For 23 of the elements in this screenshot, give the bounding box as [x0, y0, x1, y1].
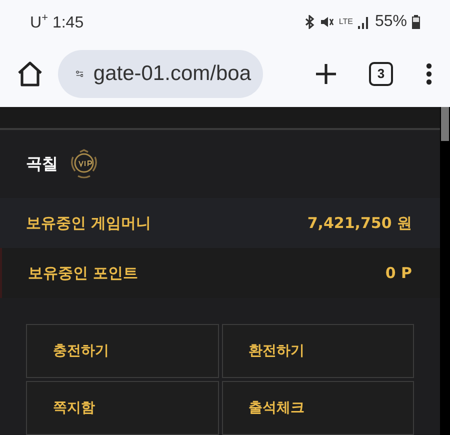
balance-label: 보유중인 게임머니: [26, 214, 152, 232]
home-icon[interactable]: [16, 60, 44, 88]
tab-count[interactable]: 3: [369, 62, 393, 86]
bluetooth-icon: [304, 15, 315, 29]
mute-icon: [320, 15, 334, 29]
vip-badge-icon: [68, 149, 100, 180]
action-button[interactable]: 환전하기: [222, 324, 414, 378]
action-button[interactable]: 쪽지함: [26, 381, 218, 435]
action-button[interactable]: 출석체크: [222, 381, 414, 435]
new-tab-icon[interactable]: [315, 62, 337, 84]
carrier-time: U$^{+}$ 1:45: [30, 12, 84, 32]
username: 곡칠: [26, 154, 58, 175]
address-bar[interactable]: gate-01.com/boa: [58, 50, 263, 98]
battery-icon: [412, 15, 420, 29]
signal-icon: [358, 16, 370, 28]
balance-value: 0 P: [385, 264, 412, 282]
action-button[interactable]: 충전하기: [26, 324, 218, 378]
scrollbar-thumb[interactable]: [441, 107, 449, 141]
battery-percent: 55%: [374, 13, 407, 31]
balance-value: 7,421,750 원: [307, 214, 412, 232]
menu-icon[interactable]: [426, 62, 432, 84]
network-type: LTE: [338, 18, 353, 26]
balance-label: 보유중인 포인트: [28, 264, 138, 282]
